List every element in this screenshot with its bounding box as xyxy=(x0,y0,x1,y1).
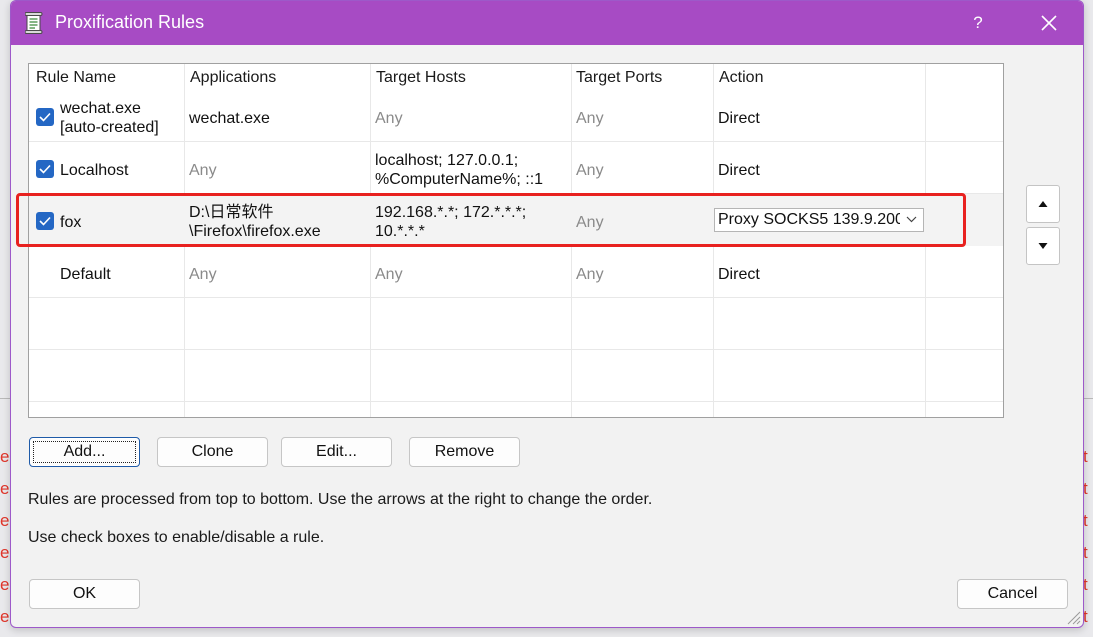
checkmark-icon xyxy=(39,112,51,122)
rules-list[interactable]: Rule Name Applications Target Hosts Targ… xyxy=(28,63,1004,418)
rule-target-ports: Any xyxy=(576,162,604,179)
rule-applications: wechat.exe xyxy=(189,110,270,127)
help-button[interactable]: ? xyxy=(963,9,993,37)
column-header-action[interactable]: Action xyxy=(719,69,763,87)
rule-row-default[interactable]: Default Any Any Any Direct xyxy=(29,246,1003,298)
info-text-order: Rules are processed from top to bottom. … xyxy=(28,491,653,508)
close-button[interactable] xyxy=(1031,7,1067,39)
rule-row-wechat[interactable]: wechat.exe [auto-created] wechat.exe Any… xyxy=(29,90,1003,142)
window-title: Proxification Rules xyxy=(55,12,205,32)
cancel-button[interactable]: Cancel xyxy=(957,579,1068,609)
focus-ring xyxy=(33,441,136,463)
rule-target-hosts-line1: 192.168.*.*; 172.*.*.*; xyxy=(375,204,527,221)
rule-row-localhost[interactable]: Localhost Any localhost; 127.0.0.1; %Com… xyxy=(29,142,1003,194)
rule-target-hosts-line2: 10.*.*.* xyxy=(375,223,425,240)
column-header-target-hosts[interactable]: Target Hosts xyxy=(376,69,466,87)
move-up-button[interactable] xyxy=(1026,185,1060,223)
row-divider xyxy=(29,401,1003,402)
checkmark-icon xyxy=(39,216,51,226)
rule-applications-line2: \Firefox\firefox.exe xyxy=(189,223,321,240)
rule-action: Direct xyxy=(718,266,760,283)
row-divider xyxy=(29,349,1003,350)
resize-grip-icon[interactable] xyxy=(1065,609,1081,625)
checkmark-icon xyxy=(39,164,51,174)
action-dropdown[interactable]: Proxy SOCKS5 139.9.200 xyxy=(714,208,924,232)
rule-applications: Any xyxy=(189,162,217,179)
rule-target-ports: Any xyxy=(576,110,604,127)
rule-target-hosts-line1: localhost; 127.0.0.1; xyxy=(375,152,519,169)
rule-enabled-checkbox[interactable] xyxy=(36,160,54,178)
rule-name: Localhost xyxy=(60,162,129,179)
background-letter: e xyxy=(0,575,10,594)
background-letter: e xyxy=(0,479,10,498)
rule-enabled-checkbox[interactable] xyxy=(36,108,54,126)
column-header-applications[interactable]: Applications xyxy=(190,69,276,87)
action-dropdown-value: Proxy SOCKS5 139.9.200 xyxy=(718,211,900,228)
chevron-down-icon xyxy=(906,216,917,223)
background-letter: e xyxy=(0,447,10,466)
clone-button[interactable]: Clone xyxy=(157,437,268,467)
proxification-rules-dialog: Proxification Rules ? Rule Name Applicat… xyxy=(10,0,1084,628)
rule-name-line1: wechat.exe xyxy=(60,100,141,117)
rule-target-ports: Any xyxy=(576,266,604,283)
title-bar: Proxification Rules ? xyxy=(11,1,1083,45)
rule-applications: Any xyxy=(189,266,217,283)
close-icon xyxy=(1041,15,1057,31)
rule-name: fox xyxy=(60,214,82,231)
background-letter: e xyxy=(0,543,10,562)
document-scroll-icon xyxy=(24,12,43,34)
background-letter: e xyxy=(0,607,10,626)
background-letter: e xyxy=(0,511,10,530)
rule-target-ports: Any xyxy=(576,214,604,231)
column-header-target-ports[interactable]: Target Ports xyxy=(576,69,662,87)
info-text-checkboxes: Use check boxes to enable/disable a rule… xyxy=(28,529,325,546)
triangle-down-icon xyxy=(1038,243,1048,249)
column-header-rule-name[interactable]: Rule Name xyxy=(36,69,116,87)
rule-name: Default xyxy=(60,266,111,283)
rule-target-hosts: Any xyxy=(375,110,403,127)
rule-applications-line1: D:\日常软件 xyxy=(189,204,274,221)
edit-button[interactable]: Edit... xyxy=(281,437,392,467)
triangle-up-icon xyxy=(1038,201,1048,207)
rule-action: Direct xyxy=(718,110,760,127)
rule-row-fox[interactable]: fox D:\日常软件 \Firefox\firefox.exe 192.168… xyxy=(29,194,1003,246)
remove-button[interactable]: Remove xyxy=(409,437,520,467)
rule-name-line2: [auto-created] xyxy=(60,119,159,136)
add-button[interactable]: Add... xyxy=(29,437,140,467)
rule-target-hosts: Any xyxy=(375,266,403,283)
move-down-button[interactable] xyxy=(1026,227,1060,265)
rule-action: Direct xyxy=(718,162,760,179)
rule-enabled-checkbox[interactable] xyxy=(36,212,54,230)
ok-button[interactable]: OK xyxy=(29,579,140,609)
rule-target-hosts-line2: %ComputerName%; ::1 xyxy=(375,171,544,188)
